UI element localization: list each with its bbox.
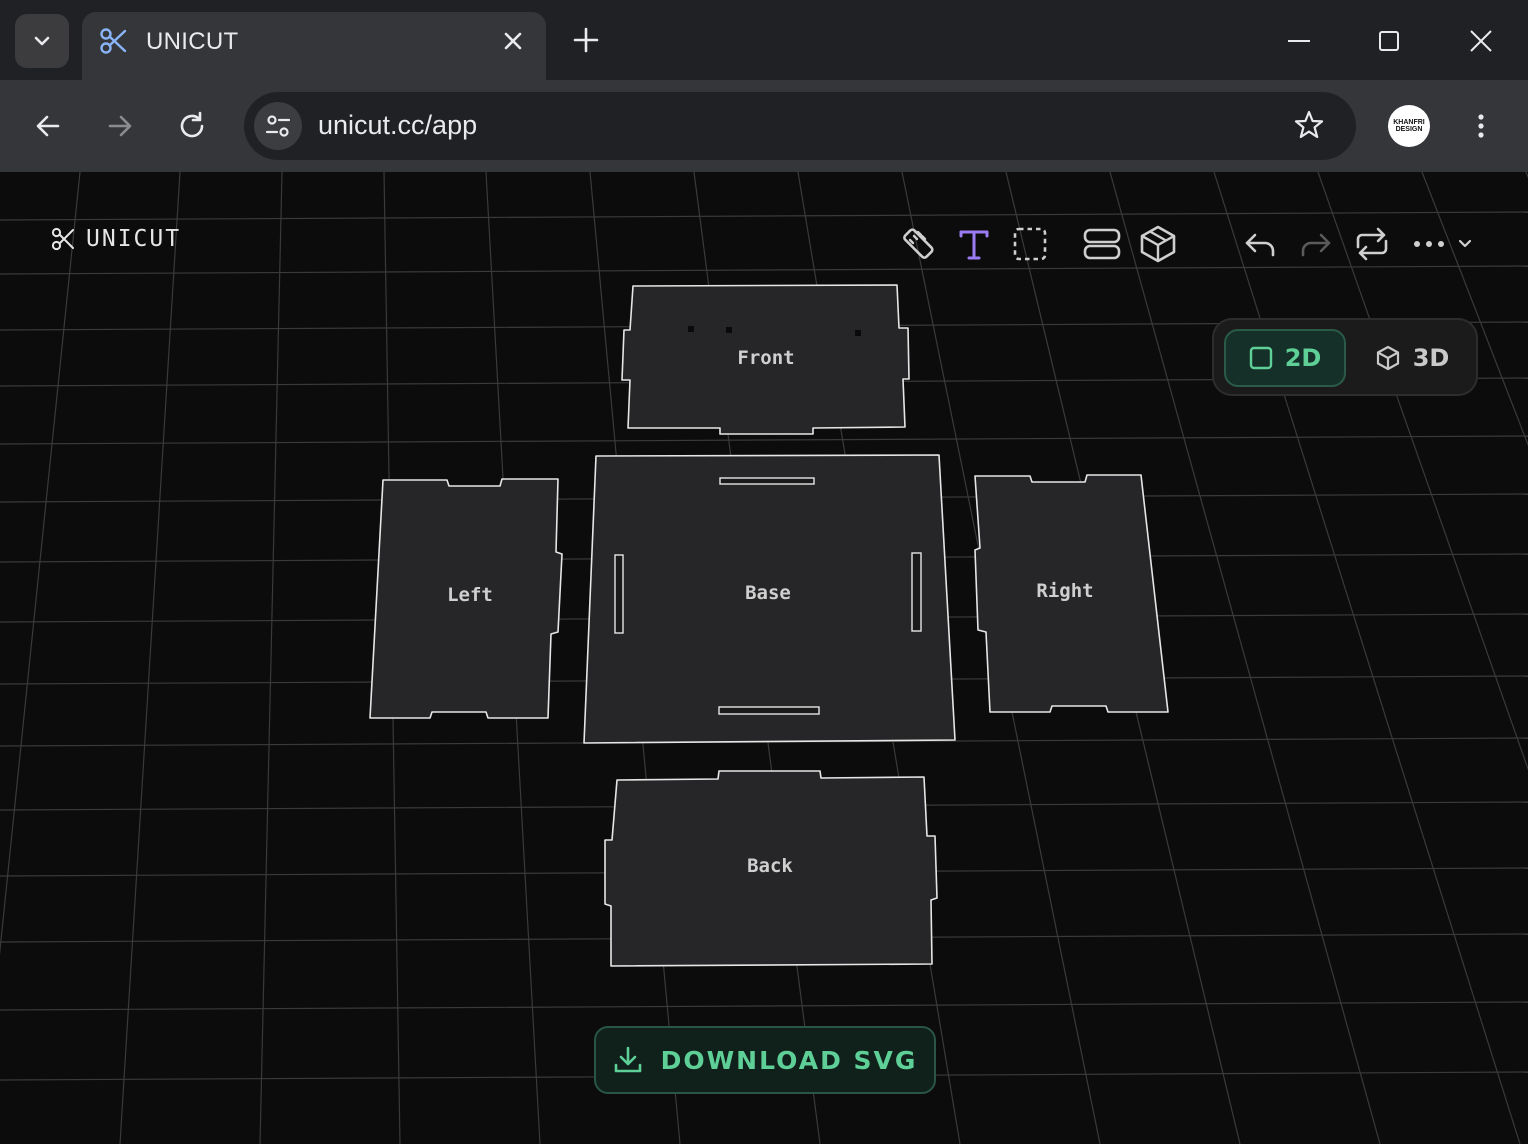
profile-avatar[interactable]: KHANFRI DESIGN <box>1388 105 1430 147</box>
forward-icon[interactable] <box>104 110 136 142</box>
download-label: DOWNLOAD SVG <box>660 1045 918 1075</box>
bookmark-star-icon[interactable] <box>1292 108 1326 142</box>
piece-label-front: Front <box>737 347 794 369</box>
back-icon[interactable] <box>32 110 64 142</box>
base-slot-right <box>911 552 922 632</box>
browser-toolbar: unicut.cc/app KHANFRI DESIGN <box>0 80 1528 172</box>
box-net: Front Left Base Right Back <box>369 284 1169 967</box>
download-svg-button[interactable]: DOWNLOAD SVG <box>594 1026 936 1094</box>
piece-label-right: Right <box>1036 580 1093 602</box>
reload-icon[interactable] <box>176 110 208 142</box>
piece-label-back: Back <box>747 855 793 877</box>
front-hole <box>688 326 694 332</box>
base-slot-bottom <box>718 706 820 715</box>
address-bar[interactable]: unicut.cc/app <box>244 92 1356 160</box>
browser-titlebar: UNICUT <box>0 0 1528 80</box>
new-tab-icon[interactable] <box>570 24 602 56</box>
maximize-icon[interactable] <box>1372 24 1406 58</box>
front-hole <box>726 327 732 333</box>
front-hole <box>855 330 861 336</box>
base-slot-left <box>614 554 624 634</box>
download-icon <box>614 1046 641 1073</box>
scissors-icon <box>100 28 127 54</box>
tab-search-button[interactable] <box>15 14 69 68</box>
close-window-icon[interactable] <box>1464 24 1498 58</box>
site-info-icon[interactable] <box>254 102 302 150</box>
base-slot-top <box>719 477 815 485</box>
tab-title: UNICUT <box>146 28 239 55</box>
browser-menu-icon[interactable] <box>1466 110 1496 142</box>
chevron-down-icon <box>34 36 50 46</box>
url-text: unicut.cc/app <box>318 110 478 140</box>
piece-label-left: Left <box>447 584 493 606</box>
close-tab-icon[interactable] <box>498 26 528 56</box>
piece-label-base: Base <box>745 582 791 604</box>
app-canvas[interactable]: UNICUT 2D 3D Front Left Base Right Back … <box>0 172 1528 1144</box>
minimize-icon[interactable] <box>1282 24 1316 58</box>
browser-tab[interactable]: UNICUT <box>82 12 546 80</box>
